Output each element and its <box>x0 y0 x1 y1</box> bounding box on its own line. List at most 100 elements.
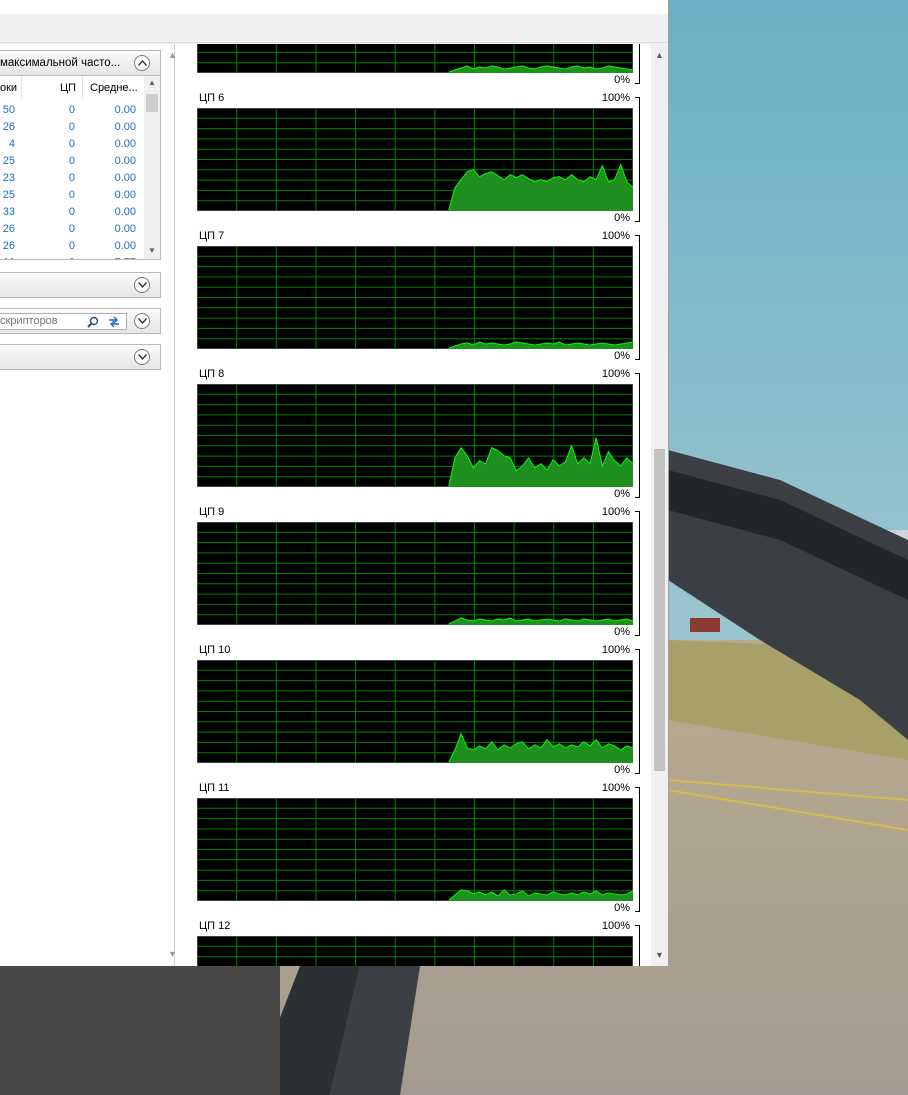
table-row[interactable]: 25 0 0.00 <box>0 187 144 204</box>
cell-cpu: 0 <box>68 206 75 218</box>
cell-cpu: 0 <box>68 240 75 252</box>
cell-cpu: 0 <box>68 138 75 150</box>
cpu-label: ЦП 7 <box>199 230 225 242</box>
table-scrollbar[interactable]: ▲ ▼ <box>144 76 160 259</box>
chevron-down-icon <box>138 318 147 324</box>
cell-threads: 25 <box>2 189 15 201</box>
table-row[interactable]: 26 0 0.00 <box>0 119 144 136</box>
table-row[interactable]: 26 0 0.00 <box>0 221 144 238</box>
cell-threads: 26 <box>2 240 15 252</box>
cpu-label: ЦП 6 <box>199 92 225 104</box>
min-percent-label: 0% <box>614 764 630 776</box>
chevron-up-icon <box>138 60 147 66</box>
scale-bracket <box>635 787 640 912</box>
expand-button[interactable] <box>134 277 150 293</box>
table-row[interactable]: 25 0 0.00 <box>0 153 144 170</box>
cell-average: 7.77 <box>115 257 136 259</box>
process-table: оки ЦП Средне... 50 0 0.00 26 0 0.00 4 0 0.00 25 0… <box>0 76 161 260</box>
cell-cpu: 0 <box>68 223 75 235</box>
max-percent-label: 100% <box>601 92 630 104</box>
scroll-down-icon[interactable]: ▼ <box>148 246 156 255</box>
table-row[interactable]: 4 0 0.00 <box>0 136 144 153</box>
cpu-usage-graph <box>197 798 633 901</box>
cell-threads: 26 <box>2 223 15 235</box>
cpu-label: ЦП 11 <box>199 782 230 794</box>
expand-button[interactable] <box>134 349 150 365</box>
scroll-up-icon[interactable]: ▲ <box>148 78 156 87</box>
cell-cpu: 0 <box>68 189 75 201</box>
splitter-up-icon[interactable]: ▲ <box>168 50 177 60</box>
max-percent-label: 100% <box>601 506 630 518</box>
cell-average: 0.00 <box>114 189 136 201</box>
resource-monitor-left-pane: максимальной часто... оки ЦП Средне... 5… <box>0 44 175 966</box>
chevron-down-icon <box>138 282 147 288</box>
modules-section-header[interactable] <box>0 344 161 370</box>
column-header-cpu[interactable]: ЦП <box>60 82 76 94</box>
collapse-button[interactable] <box>134 55 150 71</box>
handle-search-input[interactable] <box>0 315 82 327</box>
scroll-up-icon[interactable]: ▲ <box>655 50 664 60</box>
min-percent-label: 0% <box>614 350 630 362</box>
tab-strip <box>0 14 668 43</box>
scroll-down-icon[interactable]: ▼ <box>655 950 664 960</box>
cell-average: 0.00 <box>114 104 136 116</box>
refresh-icon[interactable] <box>107 316 121 328</box>
table-row[interactable]: 33 0 0.00 <box>0 204 144 221</box>
cpu-label: ЦП 9 <box>199 506 225 518</box>
cell-average: 0.00 <box>114 240 136 252</box>
cell-cpu: 0 <box>68 121 75 133</box>
table-scroll-thumb[interactable] <box>146 94 158 112</box>
cell-cpu: 0 <box>68 104 75 116</box>
table-row[interactable]: 50 0 0.00 <box>0 102 144 119</box>
task-manager-window: максимальной часто... оки ЦП Средне... 5… <box>0 0 669 966</box>
cell-average: 0.00 <box>114 121 136 133</box>
max-percent-label: 100% <box>601 368 630 380</box>
cpu-section-header[interactable]: максимальной часто... <box>0 50 161 76</box>
column-header-average[interactable]: Средне... <box>90 82 138 94</box>
table-row[interactable]: 02 8 7.77 <box>0 255 144 259</box>
cpu-section-title: максимальной часто... <box>0 57 121 69</box>
graphs-scrollbar[interactable]: ▲ ▼ <box>651 44 668 966</box>
cell-cpu: 0 <box>68 155 75 167</box>
min-percent-label: 0% <box>614 626 630 638</box>
cpu-usage-graph <box>197 246 633 349</box>
scale-bracket <box>635 97 640 222</box>
scale-bracket <box>635 44 640 84</box>
max-percent-label: 100% <box>601 230 630 242</box>
chevron-down-icon <box>138 354 147 360</box>
splitter[interactable]: ▲ ▼ <box>166 44 184 966</box>
cell-average: 0.00 <box>114 172 136 184</box>
disk-section-header[interactable] <box>0 272 161 298</box>
window-title-strip <box>0 0 668 14</box>
graphs-scroll-thumb[interactable] <box>654 449 665 771</box>
splitter-down-icon[interactable]: ▼ <box>168 949 177 959</box>
cell-cpu: 8 <box>69 257 75 259</box>
cpu-usage-graph <box>197 108 633 211</box>
max-percent-label: 100% <box>601 644 630 656</box>
cell-threads: 23 <box>2 172 15 184</box>
cell-threads: 33 <box>2 206 15 218</box>
table-row[interactable]: 26 0 0.00 <box>0 238 144 255</box>
cell-cpu: 0 <box>68 172 75 184</box>
cell-average: 0.00 <box>114 155 136 167</box>
table-row[interactable]: 23 0 0.00 <box>0 170 144 187</box>
handle-search-box[interactable] <box>0 313 127 330</box>
cpu-usage-graph <box>197 44 633 73</box>
expand-button[interactable] <box>134 313 150 329</box>
max-percent-label: 100% <box>601 782 630 794</box>
handles-section-header[interactable] <box>0 308 161 334</box>
min-percent-label: 0% <box>614 902 630 914</box>
cell-threads: 50 <box>2 104 15 116</box>
min-percent-label: 0% <box>614 212 630 224</box>
cell-threads: 02 <box>3 257 15 259</box>
column-header-threads[interactable]: оки <box>0 82 17 94</box>
cpu-usage-graph <box>197 384 633 487</box>
cell-average: 0.00 <box>114 138 136 150</box>
scale-bracket <box>635 925 640 966</box>
min-percent-label: 0% <box>614 74 630 86</box>
cpu-usage-graph <box>197 936 633 966</box>
search-icon[interactable] <box>87 316 99 328</box>
scale-bracket <box>635 373 640 498</box>
max-percent-label: 100% <box>601 920 630 932</box>
cpu-label: ЦП 12 <box>199 920 231 932</box>
